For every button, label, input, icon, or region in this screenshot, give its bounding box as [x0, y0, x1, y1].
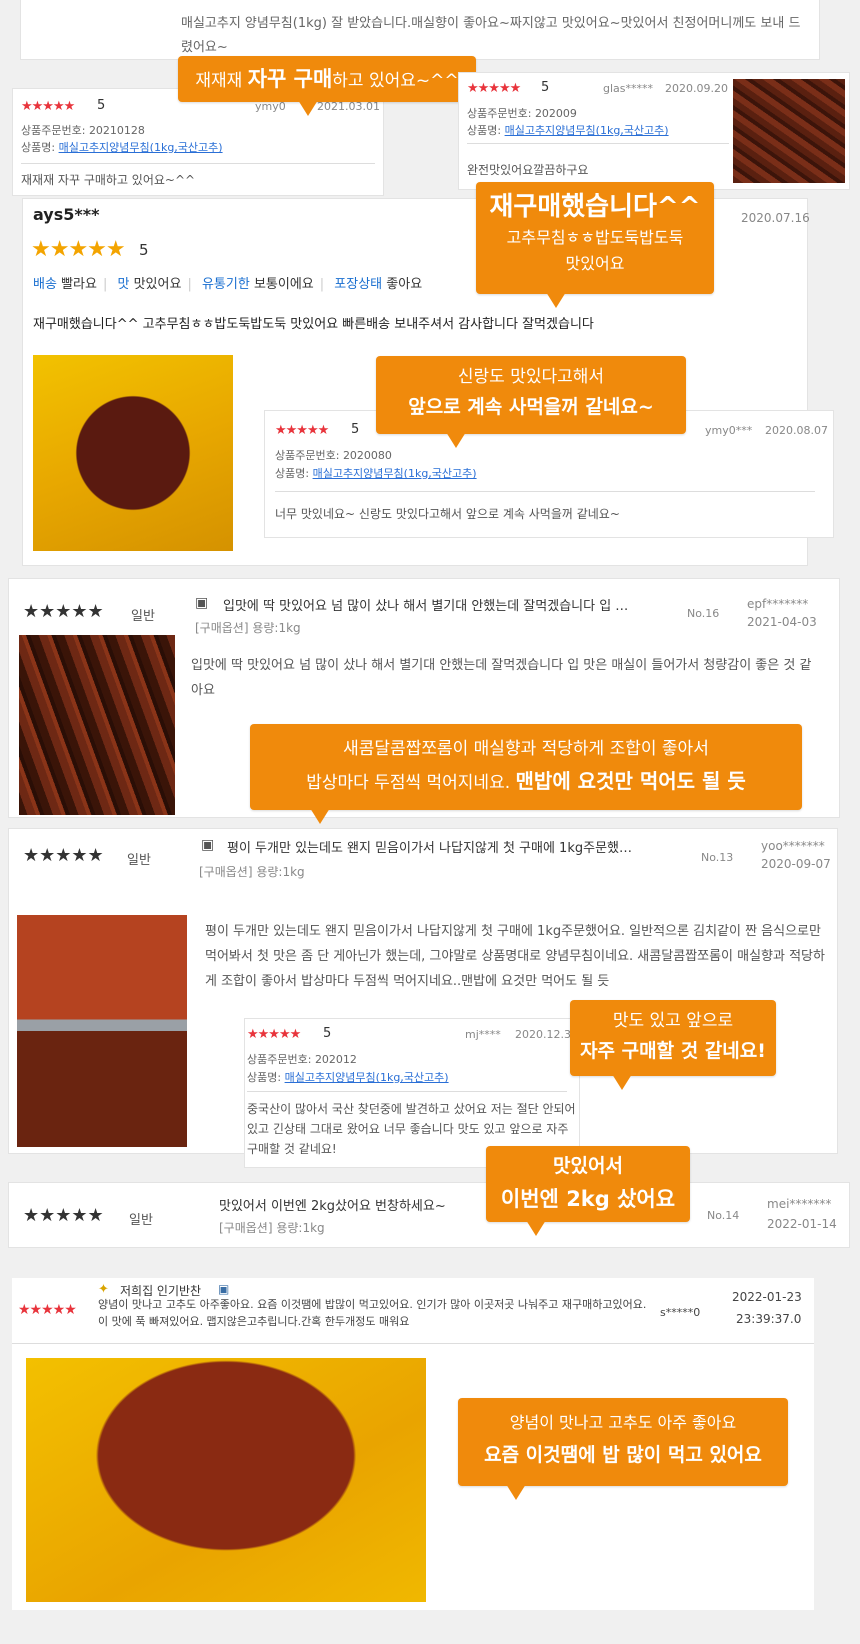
review-date: 2020.09.20: [665, 82, 728, 95]
reviewer-id: s*****0: [660, 1306, 701, 1319]
product-name: 상품명: 매실고추지양념무침(1kg,국산고추): [21, 141, 223, 154]
review-number: No.16: [687, 607, 720, 620]
review-header: ✦ 저희집 인기반찬 ▣ ★★★★★ 양념이 맛나고 고추도 아주좋아요. 요즘…: [12, 1278, 814, 1344]
rating-stars: ★★★★★: [21, 99, 75, 114]
divider: [247, 1091, 567, 1092]
image-icon: ▣: [201, 837, 215, 853]
highlight-bubble-4: 새콤달콤짭쪼롬이 매실향과 적당하게 조합이 좋아서 밥상마다 두점씩 먹어지네…: [250, 724, 802, 824]
divider: [275, 491, 815, 492]
rating-stars: ★★★★★: [275, 423, 329, 438]
grade-label: 일반: [131, 609, 155, 624]
rating-stars: ★★★★★: [467, 81, 521, 96]
highlight-bubble-1: 재재재 자꾸 구매하고 있어요~^^: [178, 56, 476, 116]
review-text: 입맛에 딱 맛있어요 넘 많이 샀나 해서 별기대 안했는데 잘먹겠습니다 입 …: [191, 658, 812, 698]
photo-icon: ▣: [218, 1282, 230, 1296]
reviewer-id: yoo*******: [761, 839, 825, 853]
review-text: 완전맛있어요깔끔하구요: [467, 163, 589, 177]
highlight-bubble-2: 재구매했습니다^^ 고추무침ㅎㅎ밥도둑밥도둑 맛있어요: [476, 182, 714, 308]
review-date: 2020-09-07: [761, 857, 831, 871]
reviewer-id: ays5***: [33, 205, 100, 224]
product-link[interactable]: 매실고추지양념무침(1kg,국산고추): [313, 467, 477, 480]
image-icon: ▣: [195, 595, 209, 611]
purchase-option: [구매옵션] 용량:1kg: [195, 621, 301, 635]
review-title[interactable]: 입맛에 딱 맛있어요 넘 많이 샀나 해서 별기대 안했는데 잘먹겠습니다 입 …: [223, 595, 683, 614]
highlight-bubble-6: 맛있어서 이번엔 2kg 샀어요: [486, 1146, 690, 1236]
purchase-option: [구매옵션] 용량:1kg: [219, 1221, 325, 1235]
reviewer-id: mei*******: [767, 1197, 832, 1211]
review-card-1: ★★★★★ 5 ymy0 2021.03.01 상품주문번호: 20210128…: [12, 88, 384, 196]
review-number: No.14: [707, 1209, 740, 1222]
review-text: 매실고추지 양념무침(1kg) 잘 받았습니다.매실향이 좋아요~짜지않고 맛있…: [181, 16, 801, 55]
product-name: 상품명: 매실고추지양념무침(1kg,국산고추): [275, 467, 477, 480]
product-link[interactable]: 매실고추지양념무침(1kg,국산고추): [59, 141, 223, 154]
rating-score: 5: [351, 422, 360, 437]
rating-score: 5: [139, 241, 149, 259]
rating-stars: ★★★★★: [23, 601, 104, 622]
review-text: 양념이 맛나고 고추도 아주좋아요. 요즘 이것땜에 밥많이 먹고있어요. 인기…: [98, 1298, 647, 1328]
review-number: No.13: [701, 851, 734, 864]
reviewer-id: mj****: [465, 1028, 501, 1041]
medal-icon: ✦: [98, 1282, 109, 1297]
order-number: 상품주문번호: 2020080: [275, 449, 392, 462]
reviewer-id: ymy0***: [705, 424, 753, 437]
divider: [467, 143, 729, 144]
review-text: 평이 두개만 있는데도 왠지 믿음이가서 나답지않게 첫 구매에 1kg주문했어…: [205, 924, 825, 989]
review-photo[interactable]: [17, 915, 187, 1147]
review-text: 재구매했습니다^^ 고추무침ㅎㅎ밥도둑밥도둑 맛있어요 빠른배송 보내주셔서 감…: [33, 317, 594, 332]
highlight-bubble-7: 양념이 맛나고 고추도 아주 좋아요 요즘 이것땜에 밥 많이 먹고 있어요: [458, 1398, 788, 1500]
review-date: 2020.07.16: [741, 211, 810, 225]
review-tags: 배송 빨라요 | 맛 맛있어요 | 유통기한 보통이에요 | 포장상태 좋아요: [33, 277, 423, 292]
review-text: 너무 맛있네요~ 신랑도 맛있다고해서 앞으로 계속 사먹을꺼 같네요~: [275, 507, 620, 521]
review-date: 2022-01-14: [767, 1217, 837, 1231]
product-link[interactable]: 매실고추지양념무침(1kg,국산고추): [285, 1071, 449, 1084]
rating-score: 5: [541, 80, 550, 95]
product-name: 상품명: 매실고추지양념무침(1kg,국산고추): [467, 124, 669, 137]
product-name: 상품명: 매실고추지양념무침(1kg,국산고추): [247, 1071, 449, 1084]
review-photo[interactable]: [33, 355, 233, 551]
review-photo[interactable]: [26, 1358, 426, 1602]
reviewer-id: epf*******: [747, 597, 809, 611]
purchase-option: [구매옵션] 용량:1kg: [199, 865, 305, 879]
review-text: 재재재 자꾸 구매하고 있어요~^^: [21, 173, 196, 187]
review-title[interactable]: 맛있어서 이번엔 2kg샀어요 번창하세요~: [219, 1195, 446, 1214]
review-date: 2022-01-23: [732, 1290, 802, 1304]
order-number: 상품주문번호: 202009: [467, 107, 577, 120]
rating-score: 5: [323, 1026, 332, 1041]
review-card-2: ★★★★★ 5 glas***** 2020.09.20 상품주문번호: 202…: [458, 72, 850, 190]
order-number: 상품주문번호: 202012: [247, 1053, 357, 1066]
package-logo: [41, 355, 139, 458]
rating-stars: ★★★★★: [18, 1302, 77, 1318]
review-card-8: ★★★★★ 일반 맛있어서 이번엔 2kg샀어요 번창하세요~ [구매옵션] 용…: [8, 1182, 850, 1248]
rating-stars: ★★★★★: [23, 1205, 104, 1226]
review-card-top: 매실고추지 양념무침(1kg) 잘 받았습니다.매실향이 좋아요~짜지않고 맛있…: [20, 0, 820, 60]
grade-label: 일반: [127, 853, 151, 868]
review-photo[interactable]: [733, 79, 845, 183]
divider: [21, 163, 375, 164]
review-date: 2021-04-03: [747, 615, 817, 629]
grade-label: 일반: [129, 1213, 153, 1228]
review-title[interactable]: 평이 두개만 있는데도 왠지 믿음이가서 나답지않게 첫 구매에 1kg주문했…: [227, 837, 677, 856]
order-number: 상품주문번호: 20210128: [21, 124, 145, 137]
rating-stars: ★★★★★: [247, 1027, 301, 1042]
rating-score: 5: [97, 98, 106, 113]
review-date: 2020.12.3: [515, 1028, 571, 1041]
reviewer-id: glas*****: [603, 82, 654, 95]
rating-stars: ★★★★★: [23, 845, 104, 866]
rating-stars: ★★★★★: [31, 237, 126, 262]
product-link[interactable]: 매실고추지양념무침(1kg,국산고추): [505, 124, 669, 137]
highlight-bubble-5: 맛도 있고 앞으로 자주 구매할 것 같네요!: [570, 1000, 776, 1090]
review-photo[interactable]: [19, 635, 175, 815]
review-time: 23:39:37.0: [736, 1312, 802, 1326]
review-date: 2020.08.07: [765, 424, 828, 437]
highlight-bubble-3: 신랑도 맛있다고해서 앞으로 계속 사먹을꺼 같네요~: [376, 356, 686, 448]
